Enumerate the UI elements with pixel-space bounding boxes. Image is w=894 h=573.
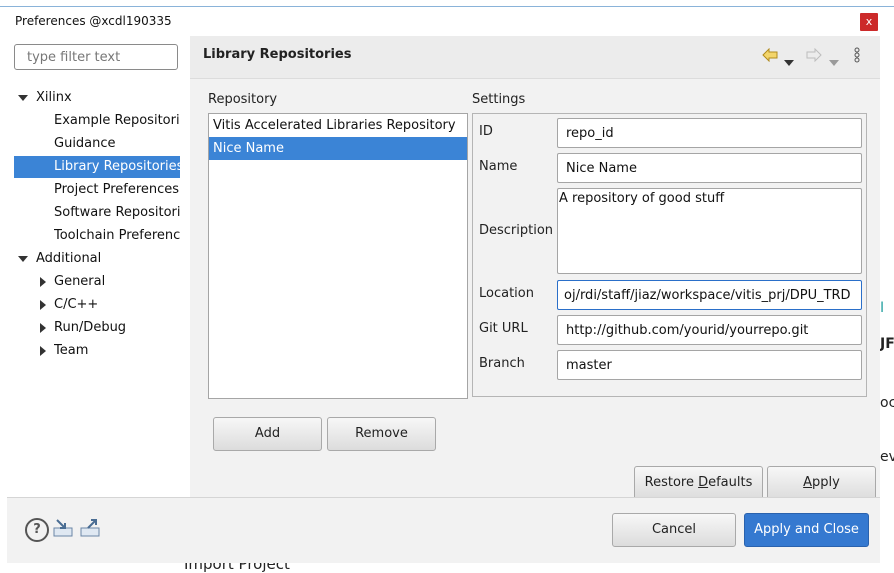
tree-item-additional[interactable]: Additional xyxy=(36,248,186,270)
tree-item-software-repositories[interactable]: Software Repositori xyxy=(54,202,180,224)
id-label: ID xyxy=(479,124,493,139)
list-item[interactable]: Vitis Accelerated Libraries Repository xyxy=(209,114,467,137)
back-dropdown-icon[interactable] xyxy=(784,54,794,70)
tree-item-library-repositories[interactable]: Library Repositories xyxy=(14,156,180,178)
collapsed-arrow-icon[interactable] xyxy=(40,346,46,356)
close-button[interactable]: x xyxy=(860,13,878,31)
tree-item-c-cpp[interactable]: C/C++ xyxy=(54,294,180,316)
apply-and-close-button[interactable]: Apply and Close xyxy=(744,513,869,547)
menu-kebab-icon[interactable] xyxy=(854,47,860,67)
apply-mnemonic: A xyxy=(803,475,813,490)
collapsed-arrow-icon[interactable] xyxy=(40,300,46,310)
list-item[interactable]: Nice Name xyxy=(209,137,467,160)
forward-arrow-icon[interactable] xyxy=(806,47,822,66)
forward-dropdown-icon[interactable] xyxy=(829,54,839,70)
remove-button[interactable]: Remove xyxy=(327,417,436,451)
tree-item-general[interactable]: General xyxy=(54,271,180,293)
expand-arrow-icon[interactable] xyxy=(18,256,28,262)
name-field[interactable] xyxy=(557,153,862,183)
restore-defaults-label-rest: efaults xyxy=(708,475,753,490)
apply-label-rest: pply xyxy=(812,475,840,490)
tree-item-example-repositories[interactable]: Example Repositori xyxy=(54,110,180,132)
collapsed-arrow-icon[interactable] xyxy=(40,277,46,287)
tree-item-run-debug[interactable]: Run/Debug xyxy=(54,317,180,339)
apply-button[interactable]: Apply xyxy=(767,466,876,500)
preferences-dialog: Preferences @xcdl190335 x Xilinx Example… xyxy=(7,8,880,563)
restore-defaults-button[interactable]: Restore Defaults xyxy=(634,466,763,500)
expand-arrow-icon[interactable] xyxy=(18,95,28,101)
collapsed-arrow-icon[interactable] xyxy=(40,323,46,333)
background-window-border xyxy=(0,6,894,7)
window-title: Preferences @xcdl190335 xyxy=(15,14,172,28)
tree-item-project-preferences[interactable]: Project Preferences xyxy=(54,179,180,201)
background-text-fragment: ocu xyxy=(880,395,894,411)
description-field[interactable]: A repository of good stuff xyxy=(557,188,862,274)
preference-tree-pane: Xilinx Example Repositori Guidance Libra… xyxy=(7,36,190,497)
tree-item-xilinx[interactable]: Xilinx xyxy=(36,87,186,109)
dialog-footer: ? Cancel Apply and Close xyxy=(7,497,880,563)
title-bar: Preferences @xcdl190335 x xyxy=(7,8,880,36)
page-title: Library Repositories xyxy=(203,47,352,62)
background-text-fragment: I xyxy=(880,300,885,316)
cancel-button[interactable]: Cancel xyxy=(612,513,736,547)
branch-field[interactable] xyxy=(557,350,862,380)
repository-section-label: Repository xyxy=(208,92,278,107)
page-header: Library Repositories xyxy=(190,36,880,79)
preference-page: Library Repositories Repository Vitis Ac… xyxy=(190,36,880,500)
back-arrow-icon[interactable] xyxy=(762,47,778,66)
tree-item-guidance[interactable]: Guidance xyxy=(54,133,180,155)
background-text-fragment: JF xyxy=(880,336,894,352)
filter-input[interactable] xyxy=(14,44,178,70)
export-icon[interactable] xyxy=(80,519,100,537)
name-label: Name xyxy=(479,159,518,174)
restore-defaults-mnemonic: D xyxy=(698,475,709,490)
add-button[interactable]: Add xyxy=(213,417,322,451)
location-label: Location xyxy=(479,286,534,301)
repository-list[interactable]: Vitis Accelerated Libraries Repository N… xyxy=(208,113,468,399)
git-url-label: Git URL xyxy=(479,321,528,336)
location-field[interactable] xyxy=(557,280,862,310)
description-label: Description xyxy=(479,223,554,238)
import-icon[interactable] xyxy=(53,519,73,537)
background-text-fragment: ev xyxy=(880,449,894,465)
help-icon[interactable]: ? xyxy=(25,518,49,542)
tree-item-team[interactable]: Team xyxy=(54,340,180,362)
tree-item-toolchain-preferences[interactable]: Toolchain Preferenc xyxy=(54,225,180,247)
settings-section-label: Settings xyxy=(472,92,526,107)
git-url-field[interactable] xyxy=(557,315,862,345)
restore-defaults-label: Restore xyxy=(644,475,699,490)
branch-label: Branch xyxy=(479,356,525,371)
id-field[interactable] xyxy=(557,118,862,148)
settings-group: ID Name Description A repository of good… xyxy=(472,113,867,397)
